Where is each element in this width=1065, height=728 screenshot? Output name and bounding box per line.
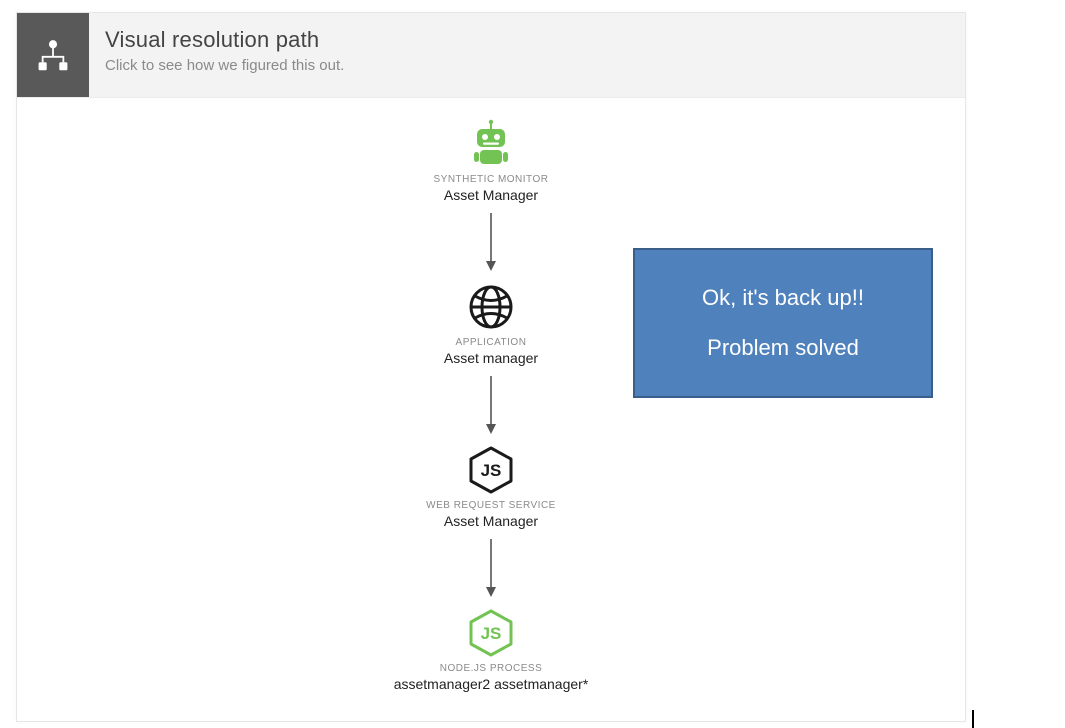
text-cursor <box>972 710 974 728</box>
card-subtitle: Click to see how we figured this out. <box>105 57 949 74</box>
hierarchy-icon <box>17 13 89 97</box>
node-name-label: assetmanager2 assetmanager* <box>394 676 589 692</box>
callout-line1: Ok, it's back up!! <box>702 285 864 311</box>
node-name-label: Asset manager <box>444 350 538 366</box>
node-type-label: APPLICATION <box>456 337 527 348</box>
svg-text:JS: JS <box>481 461 502 480</box>
arrow-icon <box>484 211 498 273</box>
card-header-text: Visual resolution path Click to see how … <box>89 13 965 97</box>
node-name-label: Asset Manager <box>444 513 538 529</box>
resolution-path-body: SYNTHETIC MONITOR Asset Manager <box>17 98 965 718</box>
node-type-label: SYNTHETIC MONITOR <box>434 174 549 185</box>
svg-text:JS: JS <box>481 624 502 643</box>
card-header[interactable]: Visual resolution path Click to see how … <box>17 13 965 98</box>
card-title: Visual resolution path <box>105 27 949 53</box>
node-type-label: WEB REQUEST SERVICE <box>426 500 556 511</box>
node-name-label: Asset Manager <box>444 187 538 203</box>
arrow-icon <box>484 374 498 436</box>
node-application[interactable]: APPLICATION Asset manager <box>444 281 538 366</box>
annotation-callout: Ok, it's back up!! Problem solved <box>633 248 933 398</box>
callout-line2: Problem solved <box>707 335 859 361</box>
node-nodejs-process[interactable]: JS NODE.JS PROCESS assetmanager2 assetma… <box>394 607 589 692</box>
globe-icon <box>465 281 517 333</box>
robot-icon <box>465 118 517 170</box>
node-type-label: NODE.JS PROCESS <box>440 663 543 674</box>
resolution-chain: SYNTHETIC MONITOR Asset Manager <box>331 118 651 692</box>
nodejs-icon: JS <box>465 607 517 659</box>
node-web-request-service[interactable]: JS WEB REQUEST SERVICE Asset Manager <box>426 444 556 529</box>
callout-body: Ok, it's back up!! Problem solved <box>633 248 933 398</box>
node-synthetic-monitor[interactable]: SYNTHETIC MONITOR Asset Manager <box>434 118 549 203</box>
nodejs-icon: JS <box>465 444 517 496</box>
arrow-icon <box>484 537 498 599</box>
